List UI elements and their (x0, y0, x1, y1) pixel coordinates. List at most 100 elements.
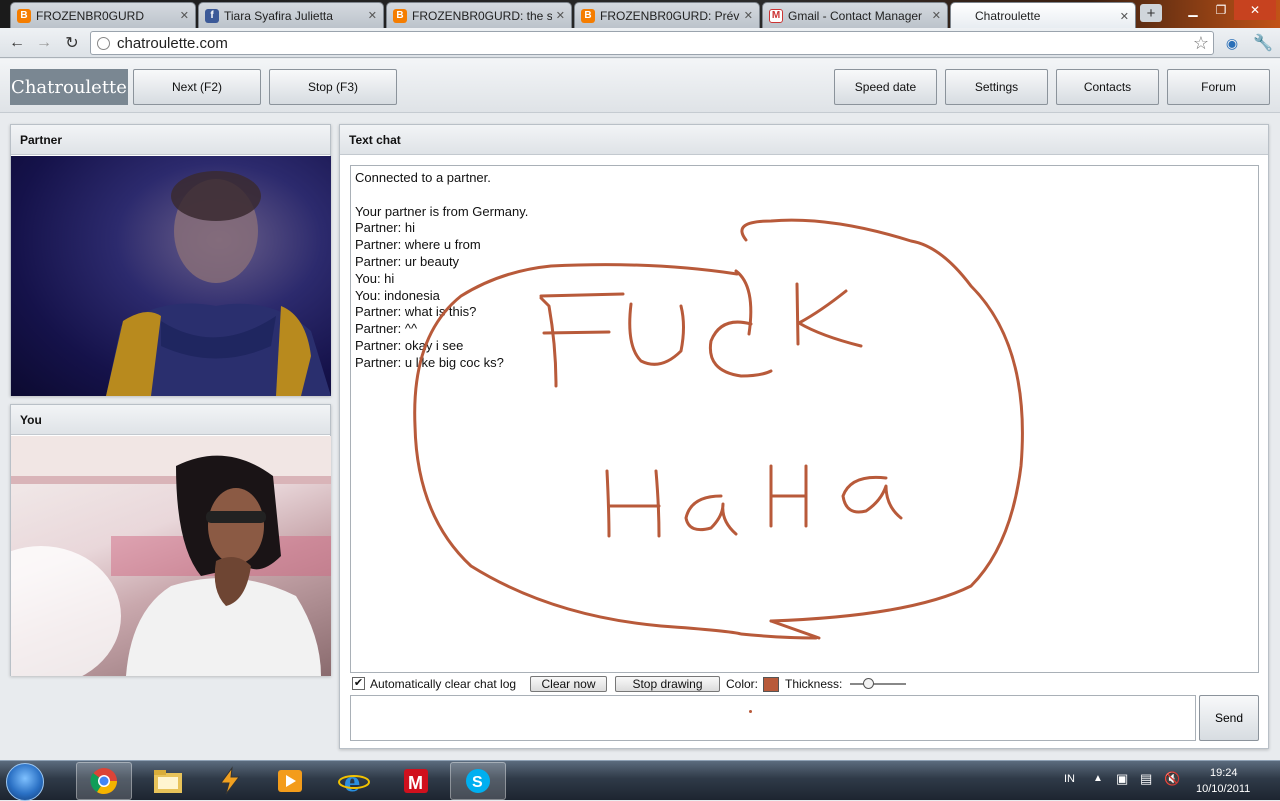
url-text[interactable]: chatroulette.com (117, 35, 228, 52)
color-picker[interactable] (763, 677, 779, 692)
bookmark-star-icon[interactable]: ☆ (1193, 33, 1209, 54)
network-icon[interactable]: ▤ (1140, 771, 1152, 787)
text-chat-title: Text chat (340, 125, 1268, 155)
windows-taskbar: e M S IN ▲ ▣ ▤ 🔇 19:24 10/10/2011 (0, 760, 1280, 801)
reload-icon[interactable]: ↻ (61, 33, 83, 53)
address-bar[interactable]: chatroulette.com ☆ (90, 31, 1214, 55)
close-icon[interactable]: ✕ (180, 9, 189, 22)
chat-log[interactable]: Connected to a partner. Your partner is … (350, 165, 1259, 673)
minimize-icon[interactable]: ▁ (1178, 0, 1208, 20)
tab-label: Tiara Syafira Julietta (224, 8, 333, 23)
chat-controls: ✔ Automatically clear chat log Clear now… (350, 675, 1259, 693)
svg-text:e: e (344, 768, 361, 796)
contacts-button[interactable]: Contacts (1056, 69, 1159, 105)
browser-toolbar: ← → ↻ chatroulette.com ☆ ◉ 🔧 (0, 28, 1280, 58)
chat-line: Partner: hi (355, 220, 415, 236)
back-icon[interactable]: ← (6, 33, 28, 53)
wrench-icon[interactable]: 🔧 (1252, 33, 1274, 53)
blogger-icon: B (393, 8, 407, 23)
partner-panel: Partner (10, 124, 331, 396)
clear-now-button[interactable]: Clear now (530, 676, 607, 692)
start-button-icon[interactable] (6, 763, 44, 801)
tray-expand-icon[interactable]: ▲ (1093, 773, 1103, 784)
internet-explorer-taskbar-icon[interactable]: e (326, 762, 382, 800)
close-icon[interactable]: ✕ (744, 9, 753, 22)
next-button[interactable]: Next (F2) (133, 69, 261, 105)
color-label: Color: (726, 677, 759, 691)
text-chat-panel: Text chat Connected to a partner. Your p… (339, 124, 1269, 749)
close-icon[interactable]: ✕ (1120, 10, 1129, 23)
new-tab-button[interactable]: + (1140, 4, 1162, 22)
tab-gmail[interactable]: M Gmail - Contact Manager ✕ (762, 2, 948, 28)
partner-video-image (106, 171, 331, 396)
winamp-taskbar-icon[interactable] (202, 762, 258, 800)
message-input[interactable] (350, 695, 1196, 741)
close-icon[interactable]: ✕ (368, 9, 377, 22)
auto-clear-checkbox[interactable]: ✔ (352, 677, 365, 690)
self-video (11, 436, 331, 676)
chat-line: You: indonesia (355, 287, 440, 303)
chrome-taskbar-icon[interactable] (76, 762, 132, 800)
device-icon[interactable]: ▣ (1116, 771, 1128, 787)
tab-facebook[interactable]: f Tiara Syafira Julietta ✕ (198, 2, 384, 28)
tab-label: FROZENBR0GURD (36, 8, 145, 23)
site-logo[interactable]: Chatroulette (10, 69, 128, 105)
self-video-image (11, 436, 331, 676)
drawing-dot (749, 710, 752, 713)
forward-icon[interactable]: → (33, 33, 55, 53)
chatroulette-page: Chatroulette Next (F2) Stop (F3) Speed d… (0, 59, 1280, 760)
you-panel: You (10, 404, 331, 676)
clock-date[interactable]: 10/10/2011 (1196, 783, 1250, 795)
close-window-icon[interactable]: ✕ (1234, 0, 1276, 20)
settings-button[interactable]: Settings (945, 69, 1048, 105)
send-button[interactable]: Send (1199, 695, 1259, 741)
chat-line: Connected to a partner. (355, 170, 491, 185)
chat-line: Partner: ur beauty (355, 253, 460, 269)
extension-icon[interactable]: ◉ (1221, 33, 1243, 53)
forum-button[interactable]: Forum (1167, 69, 1270, 105)
svg-text:S: S (472, 774, 483, 791)
tab-label: FROZENBR0GURD: Prévisu (600, 8, 740, 23)
close-icon[interactable]: ✕ (932, 9, 941, 22)
restore-icon[interactable]: ❐ (1206, 0, 1236, 20)
tab-frozenbrogurd-2[interactable]: B FROZENBR0GURD: the sim ✕ (386, 2, 572, 28)
speaker-muted-icon[interactable]: 🔇 (1164, 771, 1180, 787)
chat-lines: Connected to a partner. Your partner is … (355, 170, 1254, 372)
tab-label: FROZENBR0GURD: the sim (412, 8, 552, 23)
browser-tab-strip: B FROZENBR0GURD ✕ f Tiara Syafira Juliet… (0, 0, 1280, 29)
tab-chatroulette[interactable]: Chatroulette ✕ (950, 2, 1136, 29)
facebook-icon: f (205, 8, 219, 23)
blogger-icon: B (581, 8, 595, 23)
skype-taskbar-icon[interactable]: S (450, 762, 506, 800)
chat-line: Your partner is from Germany. (355, 203, 529, 219)
chat-line: Partner: ^^ (355, 321, 418, 337)
chat-line: You: hi (355, 270, 395, 286)
mcafee-taskbar-icon[interactable]: M (388, 762, 444, 800)
chat-line: Partner: what is this? (355, 304, 477, 320)
tab-frozenbrogurd-3[interactable]: B FROZENBR0GURD: Prévisu ✕ (574, 2, 760, 28)
language-indicator[interactable]: IN (1064, 773, 1075, 785)
thickness-slider-track[interactable] (850, 683, 906, 685)
explorer-taskbar-icon[interactable] (140, 762, 196, 800)
thickness-slider-knob[interactable] (863, 678, 874, 689)
chat-line: Partner: u like big coc ks? (355, 354, 504, 370)
stop-drawing-button[interactable]: Stop drawing (615, 676, 720, 692)
clock-time[interactable]: 19:24 (1210, 767, 1238, 779)
tab-label: Gmail - Contact Manager (788, 8, 923, 23)
site-header: Chatroulette Next (F2) Stop (F3) Speed d… (0, 59, 1280, 113)
tab-label: Chatroulette (975, 9, 1041, 23)
stop-button[interactable]: Stop (F3) (269, 69, 397, 105)
gmail-icon: M (769, 8, 783, 23)
auto-clear-label[interactable]: Automatically clear chat log (370, 677, 516, 691)
tab-frozenbrogurd-1[interactable]: B FROZENBR0GURD ✕ (10, 2, 196, 28)
speed-date-button[interactable]: Speed date (834, 69, 937, 105)
svg-text:M: M (408, 773, 423, 793)
partner-panel-title: Partner (11, 125, 330, 155)
chat-line: Partner: okay i see (355, 337, 464, 353)
globe-icon (97, 37, 110, 50)
close-icon[interactable]: ✕ (556, 9, 565, 22)
chat-line (355, 187, 1254, 204)
chat-line: Partner: where u from (355, 237, 481, 253)
thickness-label: Thickness: (785, 677, 843, 691)
media-player-taskbar-icon[interactable] (262, 762, 318, 800)
